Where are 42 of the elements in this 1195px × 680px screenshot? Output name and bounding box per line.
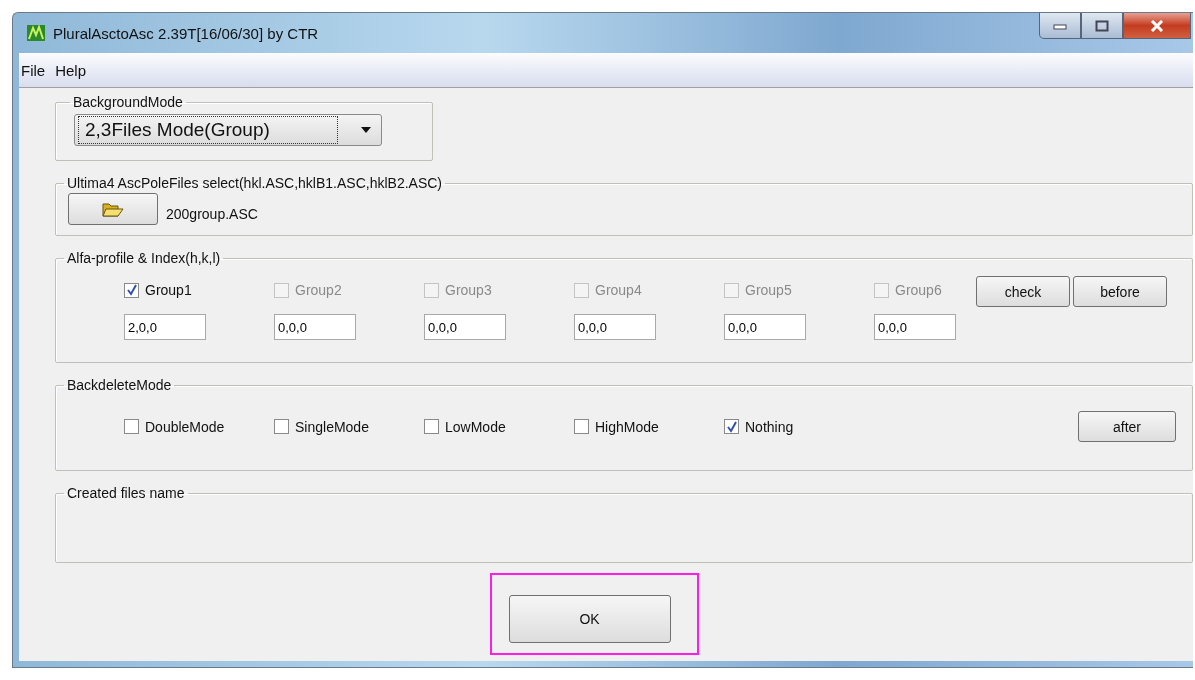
open-folder-button[interactable] <box>68 193 158 225</box>
dropdown-arrow-icon <box>361 127 371 133</box>
window-title: PluralAsctoAsc 2.39T[16/06/30] by CTR <box>53 24 319 42</box>
checkbox-label: LowMode <box>445 418 506 435</box>
checkbox-label: Group1 <box>145 282 192 298</box>
checkbox[interactable] <box>124 419 139 434</box>
checkbox-label: Group6 <box>895 282 942 298</box>
group-box-title: BackdeleteMode <box>66 377 173 393</box>
app-icon <box>27 25 45 41</box>
checkbox[interactable] <box>124 282 139 298</box>
maximize-button[interactable] <box>1081 13 1123 39</box>
checkbox-label: Group5 <box>745 282 792 298</box>
checkbox[interactable] <box>274 419 289 434</box>
action-button[interactable]: before <box>1073 276 1167 307</box>
minimize-icon <box>1053 21 1067 30</box>
checkbox[interactable] <box>724 419 739 434</box>
group-box-title: Created files name <box>66 485 186 501</box>
checkbox[interactable] <box>424 419 439 434</box>
index-field[interactable]: 2,0,0 <box>124 314 206 340</box>
checkbox-label: Nothing <box>745 418 794 435</box>
mode-dropdown[interactable]: 2,3Files Mode(Group) <box>74 114 382 146</box>
after-button[interactable]: after <box>1078 411 1176 442</box>
checkbox-label: DoubleMode <box>145 418 225 435</box>
maximize-icon <box>1095 19 1109 32</box>
checkbox-label: SingleMode <box>295 418 369 435</box>
checkbox-label: Group2 <box>295 282 342 298</box>
close-icon <box>1149 19 1165 32</box>
group-box-title: Ultima4 AscPoleFiles select(hkl.ASC,hklB1.ASC,hklB2.ASC) <box>66 175 444 191</box>
action-button[interactable]: check <box>976 276 1070 307</box>
checkbox-label: HighMode <box>595 418 659 435</box>
group-box-title: Alfa-profile & Index(h,k,l) <box>66 250 222 266</box>
group-box-title: BackgroundMode <box>72 94 184 110</box>
checkbox[interactable] <box>574 419 589 434</box>
close-button[interactable] <box>1123 13 1191 39</box>
menu-item[interactable]: File <box>21 61 46 79</box>
checkbox-label: Group3 <box>445 282 492 298</box>
checkbox-label: Group4 <box>595 282 642 298</box>
ok-button[interactable]: OK <box>508 595 671 643</box>
folder-icon <box>102 201 124 217</box>
minimize-button[interactable] <box>1039 13 1081 39</box>
file-name: 200group.ASC <box>166 206 258 222</box>
menu-item[interactable]: Help <box>55 61 87 79</box>
